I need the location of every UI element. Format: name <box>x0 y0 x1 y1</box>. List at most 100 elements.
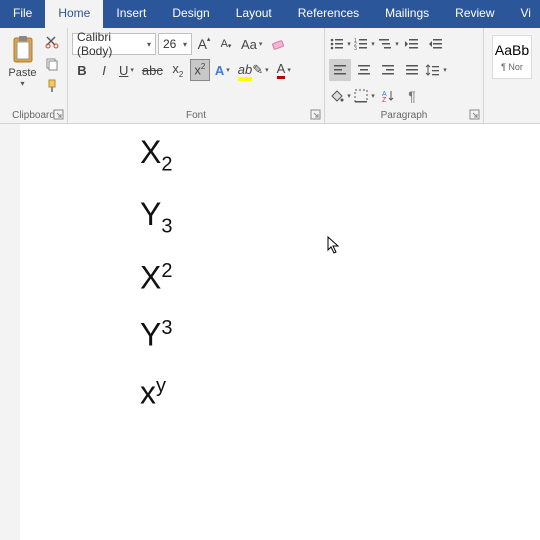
indent-icon <box>428 36 444 52</box>
paste-button[interactable]: Paste ▾ <box>4 31 41 109</box>
align-left-button[interactable] <box>329 59 351 81</box>
underline-icon: U <box>119 63 128 78</box>
group-clipboard: Paste ▾ Clipboard <box>0 28 68 123</box>
highlight-icon: ab✎ <box>238 62 263 78</box>
grow-font-button[interactable]: A▴ <box>194 33 214 55</box>
align-center-button[interactable] <box>353 59 375 81</box>
text-effects-button[interactable]: A▾ <box>212 59 233 81</box>
group-label-paragraph: Paragraph <box>325 108 483 123</box>
format-painter-button[interactable] <box>43 77 61 95</box>
group-styles: AaBb ¶ Nor <box>484 28 540 123</box>
tab-view[interactable]: Vi <box>508 0 540 28</box>
pilcrow-icon: ¶ <box>408 88 416 104</box>
borders-button[interactable]: ▾ <box>353 85 375 107</box>
doc-line-5: xy <box>140 376 540 410</box>
font-name-value: Calibri (Body) <box>77 30 143 58</box>
justify-button[interactable] <box>401 59 423 81</box>
outdent-icon <box>404 36 420 52</box>
dialog-launcher-paragraph[interactable] <box>469 109 480 120</box>
change-case-button[interactable]: Aa▾ <box>238 33 265 55</box>
multilevel-icon <box>377 36 393 52</box>
paste-label: Paste <box>8 67 36 79</box>
align-center-icon <box>356 62 372 78</box>
strikethrough-icon: abc <box>142 63 163 78</box>
group-font: Calibri (Body) ▾ 26 ▾ A▴ A▾ Aa▾ B I U▾ abc… <box>68 28 325 123</box>
grow-font-icon: A <box>198 36 207 52</box>
cut-button[interactable] <box>43 33 61 51</box>
sort-button[interactable]: AZ <box>377 85 399 107</box>
scissors-icon <box>45 35 59 49</box>
eraser-icon <box>270 36 286 52</box>
align-right-button[interactable] <box>377 59 399 81</box>
justify-icon <box>404 62 420 78</box>
bullets-button[interactable]: ▾ <box>329 33 351 55</box>
chevron-down-icon: ▾ <box>183 40 187 49</box>
doc-line-2: Y3 <box>140 198 540 236</box>
tab-references[interactable]: References <box>285 0 372 28</box>
text-effects-icon: A <box>215 63 224 78</box>
tab-design[interactable]: Design <box>159 0 222 28</box>
align-right-icon <box>380 62 396 78</box>
superscript-button[interactable]: x2 <box>190 59 210 81</box>
sort-icon: AZ <box>380 88 396 104</box>
copy-button[interactable] <box>43 55 61 73</box>
bold-icon: B <box>77 63 86 78</box>
underline-button[interactable]: U▾ <box>116 59 137 81</box>
ribbon: Paste ▾ Clipboard Calibri (Body) ▾ <box>0 28 540 124</box>
change-case-icon: Aa <box>241 37 257 52</box>
chevron-down-icon: ▾ <box>20 79 24 88</box>
tab-insert[interactable]: Insert <box>103 0 159 28</box>
copy-icon <box>45 57 59 71</box>
decrease-indent-button[interactable] <box>401 33 423 55</box>
font-size-combo[interactable]: 26 ▾ <box>158 33 192 55</box>
tab-file[interactable]: File <box>0 0 45 28</box>
svg-text:3: 3 <box>354 46 357 52</box>
font-name-combo[interactable]: Calibri (Body) ▾ <box>72 33 156 55</box>
chevron-down-icon: ▾ <box>147 40 151 49</box>
doc-line-1: X2 <box>140 136 540 174</box>
italic-button[interactable]: I <box>94 59 114 81</box>
document-page[interactable]: X2 Y3 X2 Y3 xy <box>20 124 540 540</box>
svg-text:Z: Z <box>382 97 387 104</box>
shrink-font-icon: A <box>221 38 228 50</box>
shrink-font-button[interactable]: A▾ <box>216 33 236 55</box>
line-spacing-button[interactable]: ▾ <box>425 59 447 81</box>
multilevel-list-button[interactable]: ▾ <box>377 33 399 55</box>
paste-icon <box>10 35 36 65</box>
subscript-icon: x2 <box>172 61 183 79</box>
tab-review[interactable]: Review <box>442 0 507 28</box>
workspace: X2 Y3 X2 Y3 xy <box>0 124 540 540</box>
font-color-button[interactable]: A▾ <box>274 59 294 81</box>
group-label-font: Font <box>68 108 324 123</box>
dialog-launcher-font[interactable] <box>310 109 321 120</box>
tab-home[interactable]: Home <box>45 0 103 28</box>
style-name: ¶ Nor <box>501 62 523 72</box>
ribbon-tabs: File Home Insert Design Layout Reference… <box>0 0 540 28</box>
show-hide-button[interactable]: ¶ <box>401 85 423 107</box>
bold-button[interactable]: B <box>72 59 92 81</box>
doc-line-3: X2 <box>140 261 540 295</box>
increase-indent-button[interactable] <box>425 33 447 55</box>
italic-icon: I <box>102 63 106 78</box>
numbering-button[interactable]: 123▾ <box>353 33 375 55</box>
left-margin <box>0 124 20 540</box>
borders-icon <box>353 88 369 104</box>
strikethrough-button[interactable]: abc <box>139 59 166 81</box>
mouse-cursor-icon <box>327 236 341 254</box>
bucket-icon <box>329 88 345 104</box>
clear-formatting-button[interactable] <box>267 33 289 55</box>
subscript-button[interactable]: x2 <box>168 59 188 81</box>
style-normal[interactable]: AaBb ¶ Nor <box>492 35 532 79</box>
numbering-icon: 123 <box>353 36 369 52</box>
doc-line-4: Y3 <box>140 318 540 352</box>
highlight-button[interactable]: ab✎▾ <box>235 59 272 81</box>
font-color-icon: A <box>277 61 286 79</box>
tab-mailings[interactable]: Mailings <box>372 0 442 28</box>
tab-layout[interactable]: Layout <box>223 0 285 28</box>
dialog-launcher-clipboard[interactable] <box>53 109 64 120</box>
line-spacing-icon <box>425 62 441 78</box>
font-size-value: 26 <box>163 37 176 51</box>
shading-button[interactable]: ▾ <box>329 85 351 107</box>
group-paragraph: ▾ 123▾ ▾ ▾ ▾ ▾ AZ ¶ Paragraph <box>325 28 484 123</box>
align-left-icon <box>332 62 348 78</box>
